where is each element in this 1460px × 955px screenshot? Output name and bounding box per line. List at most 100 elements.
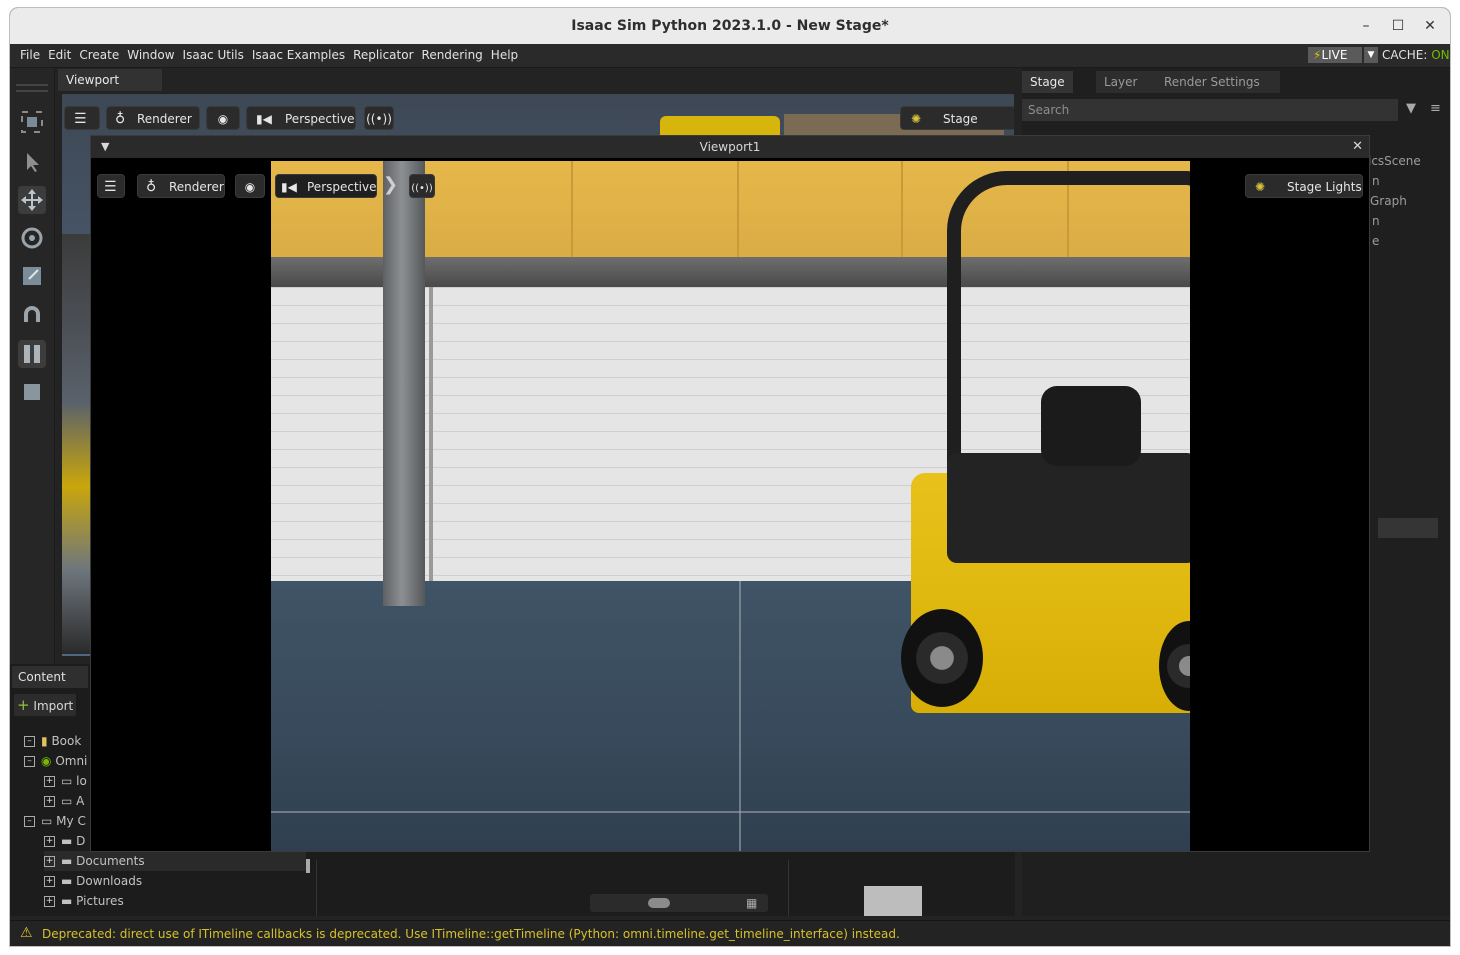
tree-item-server[interactable]: + ▭ A (44, 791, 84, 811)
menu-isaac-examples[interactable]: Isaac Examples (248, 44, 349, 67)
stage-lights-button[interactable]: ✺ Stage Lights (900, 106, 1014, 150)
stage-item-partial[interactable]: n (1372, 214, 1380, 228)
import-label: Import (33, 699, 74, 713)
menu-edit[interactable]: Edit (44, 44, 75, 67)
menu-help[interactable]: Help (487, 44, 522, 67)
scale-tool-button[interactable] (18, 262, 46, 290)
stage-item-partial[interactable]: Graph (1370, 194, 1407, 208)
tree-scrollbar[interactable] (306, 859, 310, 873)
minimize-button[interactable]: – (1354, 16, 1378, 36)
expand-icon[interactable]: + (44, 896, 55, 907)
close-window-button[interactable]: ✕ (1418, 16, 1442, 36)
server-icon: ▭ (61, 774, 73, 788)
content-divider (788, 860, 789, 916)
viewport-settings-button[interactable]: ☰ (64, 106, 100, 130)
collapse-icon[interactable]: – (24, 736, 35, 747)
tab-viewport[interactable]: Viewport (58, 69, 162, 91)
move-tool-button[interactable] (18, 186, 46, 214)
tree-item-my-computer[interactable]: – ▭ My C (24, 811, 86, 831)
tree-item-omniverse[interactable]: – ◉ Omni (24, 751, 87, 771)
scale-icon (23, 267, 41, 285)
tree-item-documents[interactable]: + ▬ Documents (44, 851, 306, 871)
expand-icon[interactable]: + (44, 796, 55, 807)
tab-layer[interactable]: Layer (1096, 71, 1162, 93)
import-button[interactable]: + Import (14, 694, 76, 716)
frame-selection-button[interactable] (18, 108, 46, 136)
frame-icon (21, 111, 43, 133)
property-field[interactable] (1378, 518, 1438, 538)
tree-item-label: Omni (55, 754, 88, 768)
menu-rendering[interactable]: Rendering (418, 44, 487, 67)
tab-stage[interactable]: Stage (1022, 71, 1073, 93)
renderer-button[interactable]: ♁ Renderer (106, 106, 200, 130)
grid-view-icon[interactable]: ▦ (746, 896, 757, 910)
stage-item-partial[interactable]: icsScene (1368, 154, 1421, 168)
menu-window[interactable]: Window (123, 44, 178, 67)
snap-button[interactable] (18, 302, 46, 330)
move-arrows-icon (21, 189, 43, 211)
viewport1-window[interactable]: ▼ Viewport1 ✕ ☰ ♁ Renderer ◉ ▮◀ Perspect… (90, 135, 1370, 852)
menu-icon[interactable]: ≡ (1430, 101, 1441, 116)
app-window: Isaac Sim Python 2023.1.0 - New Stage* –… (10, 8, 1450, 946)
tree-item-label: Downloads (76, 874, 143, 888)
expand-icon[interactable]: + (44, 836, 55, 847)
tab-render-settings[interactable]: Render Settings (1156, 71, 1280, 93)
status-message: Deprecated: direct use of ITimeline call… (42, 927, 900, 941)
sun-icon: ✺ (911, 112, 922, 126)
pause-icon (24, 345, 40, 363)
zoom-slider[interactable]: ▦ (590, 894, 768, 912)
expand-icon[interactable]: + (44, 776, 55, 787)
rotate-tool-button[interactable] (18, 224, 46, 252)
chevron-right-icon[interactable]: ❯ (383, 174, 398, 195)
live-button[interactable]: ⚡LIVE (1308, 47, 1362, 63)
viewport1-camera-button[interactable]: ▮◀ Perspective (275, 174, 377, 198)
menu-create[interactable]: Create (75, 44, 123, 67)
camera-label: Perspective (285, 112, 355, 126)
stop-button[interactable] (18, 378, 46, 406)
menu-isaac-utils[interactable]: Isaac Utils (179, 44, 248, 67)
tree-item-bookmarks[interactable]: – ▮ Book (24, 731, 81, 751)
pause-button[interactable] (18, 340, 46, 368)
menu-replicator[interactable]: Replicator (349, 44, 417, 67)
menu-file[interactable]: File (16, 44, 44, 67)
collapse-icon[interactable]: – (24, 816, 35, 827)
stage-item-partial[interactable]: e (1372, 234, 1379, 248)
drive-icon: ▬ (61, 894, 73, 908)
plus-icon: + (17, 696, 30, 714)
viewport1-visibility-button[interactable]: ◉ (235, 174, 265, 198)
stage-search-input[interactable]: Search (1022, 99, 1398, 121)
viewport1-renderer-button[interactable]: ♁ Renderer (137, 174, 225, 198)
viewport1-settings-button[interactable]: ☰ (97, 174, 125, 198)
viewport1-titlebar[interactable]: ▼ Viewport1 ✕ (91, 136, 1369, 158)
tab-content[interactable]: Content (12, 666, 88, 688)
viewport1-stage-lights-button[interactable]: ✺ Stage Lights (1245, 174, 1363, 198)
expand-icon[interactable]: + (44, 856, 55, 867)
select-tool-button[interactable] (18, 148, 46, 176)
viewport1-broadcast-button[interactable]: ((•)) (409, 174, 435, 198)
status-bar: ⚠ Deprecated: direct use of ITimeline ca… (10, 920, 1450, 946)
tree-item-pictures[interactable]: + ▬ Pictures (44, 891, 124, 911)
rotate-icon (21, 227, 43, 249)
broadcast-icon: ((•)) (411, 183, 433, 194)
wall-post (429, 287, 433, 587)
title-bar: Isaac Sim Python 2023.1.0 - New Stage* –… (10, 8, 1450, 44)
tree-item-drive[interactable]: + ▬ D (44, 831, 85, 851)
zoom-slider-handle[interactable] (648, 898, 670, 908)
visibility-button[interactable]: ◉ (206, 106, 240, 130)
close-icon[interactable]: ✕ (1352, 136, 1363, 158)
filter-icon[interactable]: ▼ (1406, 101, 1416, 116)
content-divider (316, 860, 317, 916)
live-dropdown-chevron-icon[interactable]: ▼ (1364, 47, 1378, 63)
tree-item-downloads[interactable]: + ▬ Downloads (44, 871, 142, 891)
maximize-button[interactable]: ☐ (1386, 16, 1410, 36)
left-toolbar (10, 68, 55, 664)
tree-item-server[interactable]: + ▭ lo (44, 771, 87, 791)
broadcast-icon: ((•)) (366, 112, 392, 126)
tree-item-label: Pictures (76, 894, 124, 908)
camera-button[interactable]: ▮◀ Perspective (246, 106, 356, 130)
collapse-triangle-icon[interactable]: ▼ (101, 136, 109, 158)
expand-icon[interactable]: + (44, 876, 55, 887)
stage-item-partial[interactable]: n (1372, 174, 1380, 188)
broadcast-button[interactable]: ((•)) (364, 106, 394, 130)
collapse-icon[interactable]: – (24, 756, 35, 767)
